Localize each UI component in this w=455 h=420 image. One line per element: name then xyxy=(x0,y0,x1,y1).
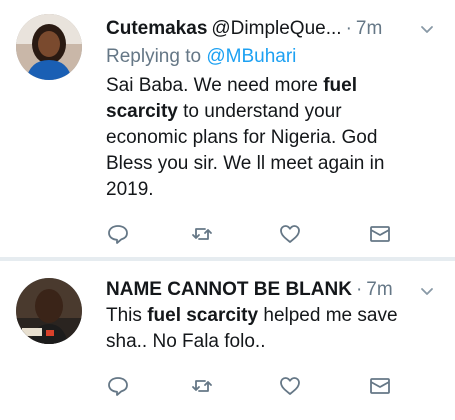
envelope-icon[interactable] xyxy=(368,374,392,398)
separator-dot: · xyxy=(345,18,352,39)
tweet-header: NAME CANNOT BE BLANK · 7m xyxy=(106,277,411,303)
timestamp[interactable]: 7m xyxy=(356,16,382,42)
tweet-text-bold: fuel scarcity xyxy=(147,305,259,326)
tweet-actions xyxy=(106,374,396,398)
envelope-icon[interactable] xyxy=(368,222,392,246)
separator-dot: · xyxy=(355,279,363,300)
chevron-down-icon[interactable] xyxy=(419,284,435,300)
replying-to-label: Replying to xyxy=(106,46,202,67)
chevron-down-icon[interactable] xyxy=(419,22,435,38)
heart-icon[interactable] xyxy=(278,222,302,246)
retweet-icon[interactable] xyxy=(190,222,214,246)
tweet-text: Sai Baba. We need more fuel scarcity to … xyxy=(106,73,406,203)
mention-link[interactable]: @MBuhari xyxy=(206,46,296,67)
display-name[interactable]: Cutemakas xyxy=(106,16,207,42)
tweet-text-part: Sai Baba. We need more xyxy=(106,75,324,96)
tweet-text-part: This xyxy=(106,305,148,326)
heart-icon[interactable] xyxy=(278,374,302,398)
retweet-icon[interactable] xyxy=(190,374,214,398)
display-name[interactable]: NAME CANNOT BE BLANK xyxy=(106,277,352,303)
tweet-header: Cutemakas @DimpleQue... · 7m xyxy=(106,16,411,42)
timestamp[interactable]: 7m xyxy=(366,277,392,303)
user-handle[interactable]: @DimpleQue... xyxy=(211,16,341,42)
tweet-text: This fuel scarcity helped me save sha.. … xyxy=(106,303,406,355)
avatar[interactable] xyxy=(16,278,82,344)
replying-to: Replying to @MBuhari xyxy=(106,44,296,70)
reply-icon[interactable] xyxy=(106,222,130,246)
avatar[interactable] xyxy=(16,14,82,80)
timeline-divider xyxy=(0,257,455,261)
reply-icon[interactable] xyxy=(106,374,130,398)
tweet-actions xyxy=(106,222,396,246)
